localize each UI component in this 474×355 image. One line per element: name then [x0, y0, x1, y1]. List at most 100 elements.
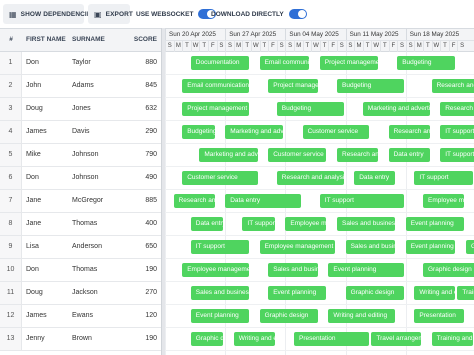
task-bar[interactable]: Project management: [182, 102, 249, 116]
table-row[interactable]: 1 Don Taylor 880: [0, 52, 161, 75]
task-bar[interactable]: Writing and editing: [233, 332, 275, 346]
first-name-cell: Don: [26, 59, 39, 66]
task-bar[interactable]: Project management: [268, 79, 318, 93]
task-bar[interactable]: Presentation: [414, 309, 464, 323]
task-bar[interactable]: Graphic design: [190, 332, 224, 346]
surname-cell: Davis: [72, 128, 90, 135]
task-bar[interactable]: Marketing and advertising: [362, 102, 430, 116]
table-row[interactable]: 12 James Ewans 120: [0, 305, 161, 328]
task-bar[interactable]: Training and development: [457, 286, 474, 300]
score-cell: 190: [145, 266, 157, 273]
table-row[interactable]: 2 John Adams 845: [0, 75, 161, 98]
first-name-cell: Lisa: [26, 243, 39, 250]
day-label: F: [268, 41, 277, 52]
table-row[interactable]: 3 Doug Jones 632: [0, 98, 161, 121]
row-number: 1: [0, 52, 22, 74]
task-bar[interactable]: Budgeting: [337, 79, 404, 93]
task-bar[interactable]: Documentation: [190, 56, 249, 70]
table-row[interactable]: 10 Don Thomas 190: [0, 259, 161, 282]
task-bar[interactable]: Employee management: [259, 240, 335, 254]
score-cell: 120: [145, 312, 157, 319]
task-bar[interactable]: Sales and business development: [268, 263, 318, 277]
table-row[interactable]: 6 Don Johnson 490: [0, 167, 161, 190]
task-bar[interactable]: Data entry: [225, 194, 301, 208]
table-row[interactable]: 4 James Davis 290: [0, 121, 161, 144]
task-bar[interactable]: Event planning: [405, 217, 464, 231]
task-bar[interactable]: Research and analysis: [337, 148, 378, 162]
surname-cell: Ewans: [72, 312, 94, 319]
timeline-row: IT support Employee management Sales and b…: [165, 236, 474, 259]
task-bar[interactable]: Sales and business development: [190, 286, 249, 300]
show-dependencies-button[interactable]: ▦ SHOW DEPENDENCIES: [3, 4, 96, 24]
score-cell: 270: [145, 289, 157, 296]
task-bar[interactable]: Graphic design: [259, 309, 318, 323]
task-bar[interactable]: IT support: [319, 194, 404, 208]
task-bar[interactable]: Graphic design: [345, 286, 404, 300]
table-row[interactable]: 13 Jenny Brown 190: [0, 328, 161, 351]
surname-cell: Adams: [72, 82, 94, 89]
task-bar[interactable]: Customer service: [182, 171, 258, 185]
first-name-cell: Mike: [26, 151, 41, 158]
table-row[interactable]: 9 Lisa Anderson 650: [0, 236, 161, 259]
task-bar[interactable]: Budgeting: [182, 125, 215, 139]
task-bar[interactable]: Data entry: [190, 217, 224, 231]
task-bar[interactable]: Research and analysis: [173, 194, 215, 208]
task-bar[interactable]: Budgeting: [397, 56, 456, 70]
dependencies-icon: ▦: [9, 9, 17, 19]
task-bar[interactable]: Research and analysis: [388, 125, 430, 139]
task-bar[interactable]: Email communication: [182, 79, 249, 93]
task-bar[interactable]: Event planning: [268, 286, 327, 300]
timeline-row: Research and analysis Data entry IT suppor…: [165, 190, 474, 213]
table-row[interactable]: 7 Jane McGregor 885: [0, 190, 161, 213]
task-bar[interactable]: Project management: [319, 56, 378, 70]
task-bar[interactable]: IT support: [414, 171, 473, 185]
task-bar[interactable]: Budgeting: [276, 102, 344, 116]
export-button[interactable]: ▣ EXPORT: [88, 4, 133, 24]
timeline-row: Employee management Sales and business de…: [165, 259, 474, 282]
task-bar[interactable]: Sales and business development: [345, 240, 396, 254]
task-bar[interactable]: Event planning: [405, 240, 456, 254]
task-bar[interactable]: Marketing and advertising: [225, 125, 284, 139]
task-bar[interactable]: Graphic design: [466, 240, 474, 254]
task-bar[interactable]: IT support: [190, 240, 249, 254]
timeline-week-header: Sun 20 Apr 2025 Sun 27 Apr 2025 Sun 04 May…: [165, 28, 474, 40]
header-first-name[interactable]: FIRST NAME: [26, 29, 66, 51]
week-label: Sun 11 May 2025: [345, 29, 406, 40]
header-score[interactable]: SCORE: [120, 29, 157, 51]
task-bar[interactable]: IT support: [242, 217, 275, 231]
task-bar[interactable]: Writing and editing: [328, 309, 396, 323]
task-bar[interactable]: Presentation: [294, 332, 370, 346]
task-bar[interactable]: Employee management: [423, 194, 464, 208]
surname-cell: McGregor: [72, 197, 104, 204]
task-bar[interactable]: Event planning: [190, 309, 249, 323]
task-bar[interactable]: Sales and business development: [337, 217, 396, 231]
task-bar[interactable]: Customer service: [302, 125, 370, 139]
day-label: T: [302, 41, 312, 52]
task-bar[interactable]: Employee management: [285, 217, 327, 231]
table-row[interactable]: 5 Mike Johnson 790: [0, 144, 161, 167]
task-bar[interactable]: IT support: [440, 125, 474, 139]
task-bar[interactable]: Event planning: [328, 263, 404, 277]
task-bar[interactable]: Marketing and advertising: [199, 148, 258, 162]
day-label: M: [354, 41, 363, 52]
task-bar[interactable]: Employee management: [182, 263, 249, 277]
week-label: Sun 20 Apr 2025: [165, 29, 225, 40]
task-bar[interactable]: Research and analysis: [276, 171, 344, 185]
header-surname[interactable]: SURNAME: [72, 29, 105, 51]
task-bar[interactable]: Writing and editing: [414, 286, 456, 300]
task-bar[interactable]: Customer service: [268, 148, 327, 162]
task-bar[interactable]: Data entry: [388, 148, 430, 162]
task-bar[interactable]: Travel arrangements: [371, 332, 421, 346]
task-bar[interactable]: Data entry: [354, 171, 396, 185]
task-bar[interactable]: Graphic design: [423, 263, 474, 277]
day-label: M: [233, 41, 243, 52]
header-num[interactable]: #: [0, 29, 22, 51]
table-row[interactable]: 8 Jane Thomas 400: [0, 213, 161, 236]
task-bar[interactable]: Training and development: [431, 332, 473, 346]
task-bar[interactable]: Research and analysis: [431, 79, 474, 93]
task-bar[interactable]: Research and analysis: [440, 102, 474, 116]
table-row[interactable]: 11 Doug Jackson 270: [0, 282, 161, 305]
download-directly-switch[interactable]: [288, 9, 307, 19]
task-bar[interactable]: Email communication: [259, 56, 310, 70]
task-bar[interactable]: IT support: [440, 148, 474, 162]
